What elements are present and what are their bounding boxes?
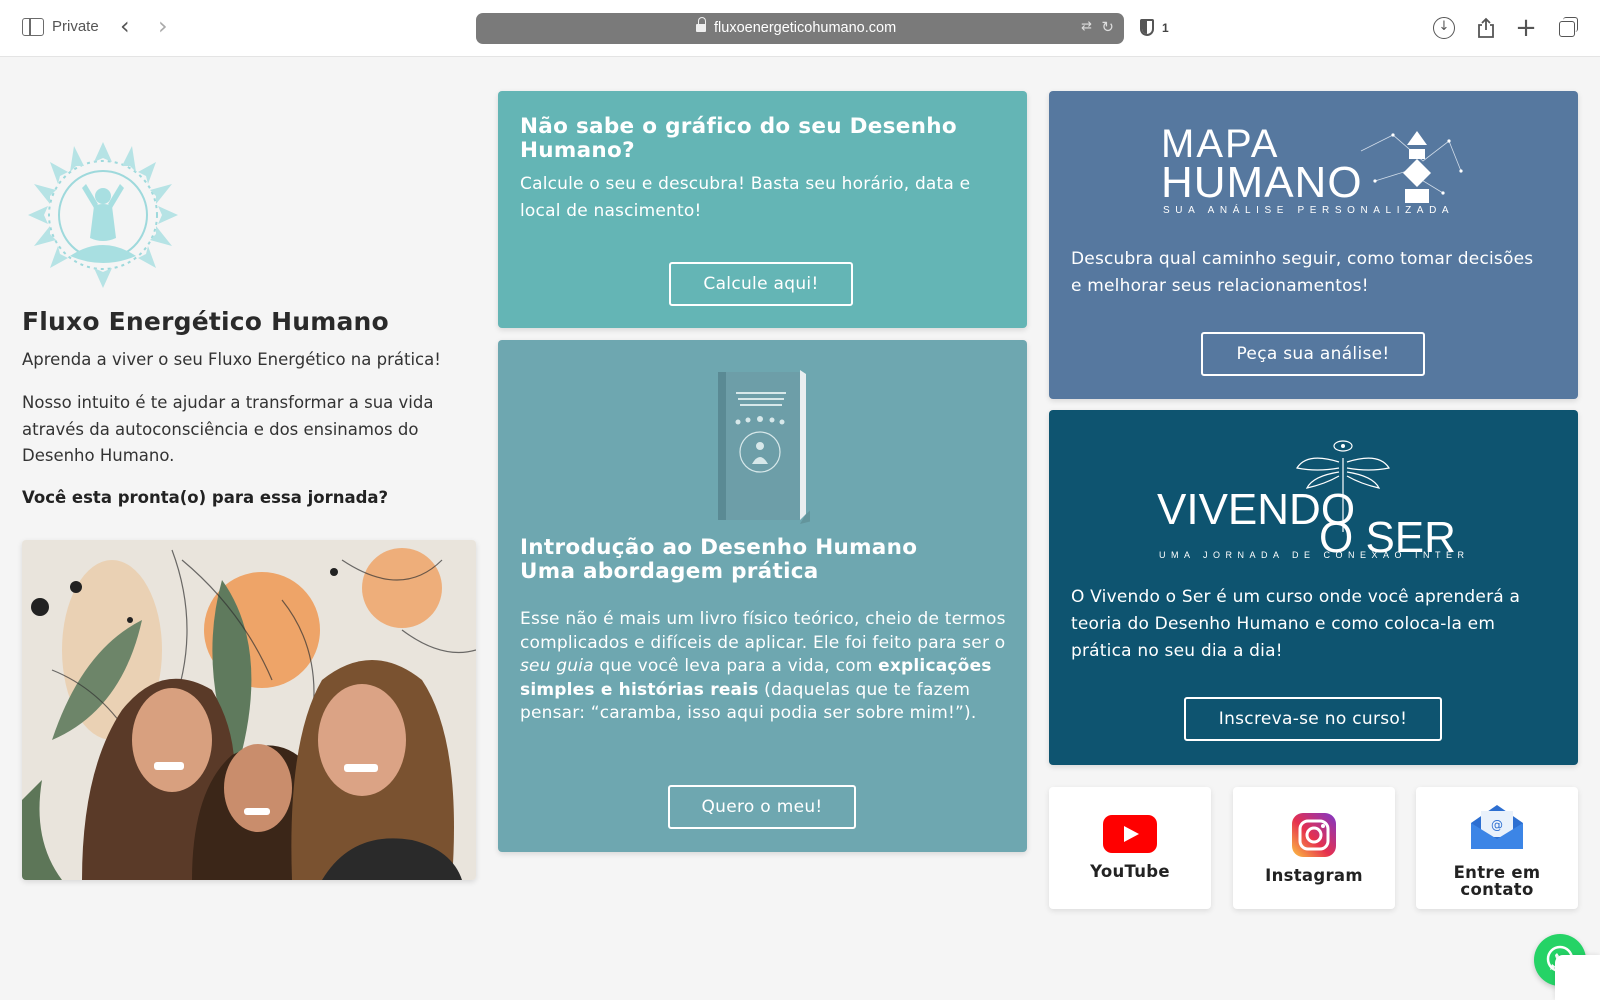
instagram-icon xyxy=(1292,813,1336,861)
private-label: Private xyxy=(52,18,99,35)
svg-text:@: @ xyxy=(1491,818,1503,832)
book-title-line2: Uma abordagem prática xyxy=(520,559,819,584)
mapa-humano-logo: MAPA HUMANO SUA ANÁLISE PERSONALIZADA xyxy=(1161,121,1481,216)
lock-icon xyxy=(696,17,706,34)
book-text-part1: Esse não é mais um livro físico teórico,… xyxy=(520,609,1006,653)
enroll-course-button[interactable]: Inscreva-se no curso! xyxy=(1184,697,1442,741)
logo-meditation-mandala xyxy=(24,138,182,292)
founders-photo xyxy=(22,540,476,880)
book-card: Introdução ao Desenho Humano Uma abordag… xyxy=(498,340,1027,852)
youtube-icon xyxy=(1103,815,1157,857)
mapa-brand-tagline: SUA ANÁLISE PERSONALIZADA xyxy=(1163,203,1454,213)
vivendo-brand-tagline: UMA JORNADA DE CONEXÃO INTERNA xyxy=(1159,550,1469,560)
tabs-overview-icon[interactable] xyxy=(1557,17,1579,39)
book-text-part2: que você leva para a vida, com xyxy=(593,656,879,676)
book-text-emphasis: seu guia xyxy=(520,656,594,676)
chart-calculator-card: Não sabe o gráfico do seu Desenho Humano… xyxy=(498,91,1027,328)
calculate-button[interactable]: Calcule aqui! xyxy=(669,262,853,306)
youtube-link[interactable]: YouTube xyxy=(1049,787,1211,909)
email-icon: @ xyxy=(1469,803,1525,855)
page-title: Fluxo Energético Humano xyxy=(22,307,389,336)
url-text: fluxoenergeticohumano.com xyxy=(714,20,897,36)
translate-icon[interactable]: ⇄ xyxy=(1081,19,1092,34)
browser-toolbar: Private ‹ › fluxoenergeticohumano.com ⇄ … xyxy=(0,0,1600,57)
contact-label-line2: contato xyxy=(1460,880,1534,899)
download-icon[interactable]: ↓ xyxy=(1433,17,1455,39)
back-icon[interactable]: ‹ xyxy=(120,14,130,38)
calc-card-text: Calcule o seu e descubra! Basta seu horá… xyxy=(520,174,971,221)
new-tab-icon[interactable]: + xyxy=(1515,15,1537,41)
shield-icon[interactable] xyxy=(1140,19,1154,36)
reload-icon[interactable]: ↻ xyxy=(1101,18,1114,36)
vivendo-o-ser-logo: VIVENDO O SER xyxy=(1157,432,1467,562)
vivendo-card-text: O Vivendo o Ser é um curso onde você apr… xyxy=(1071,587,1521,661)
book-card-text: Esse não é mais um livro físico teórico,… xyxy=(520,608,1010,726)
address-bar[interactable]: fluxoenergeticohumano.com ⇄ ↻ xyxy=(476,13,1124,44)
page-subtitle: Aprenda a viver o seu Fluxo Energético n… xyxy=(22,350,441,369)
forward-icon[interactable]: › xyxy=(158,14,168,38)
sidebar-icon[interactable] xyxy=(22,18,44,36)
calc-card-title: Não sabe o gráfico do seu Desenho Humano… xyxy=(520,114,957,163)
mapa-humano-card: MAPA HUMANO SUA ANÁLISE PERSONALIZADA De… xyxy=(1049,91,1578,399)
request-analysis-button[interactable]: Peça sua análise! xyxy=(1201,332,1425,376)
instagram-label: Instagram xyxy=(1265,866,1363,885)
book-cover-image xyxy=(708,364,818,524)
book-card-title: Introdução ao Desenho Humano Uma abordag… xyxy=(520,536,990,584)
share-icon[interactable] xyxy=(1475,17,1497,39)
chat-widget-panel[interactable] xyxy=(1555,955,1600,1000)
book-title-line1: Introdução ao Desenho Humano xyxy=(520,535,918,560)
youtube-label: YouTube xyxy=(1090,862,1170,881)
vivendo-o-ser-card: VIVENDO O SER UMA JORNADA DE CONEXÃO INT… xyxy=(1049,410,1578,765)
buy-book-button[interactable]: Quero o meu! xyxy=(668,785,856,829)
contact-link[interactable]: @ Entre em contato xyxy=(1416,787,1578,909)
intro-paragraph: Nosso intuito é te ajudar a transformar … xyxy=(22,393,434,465)
shield-count: 1 xyxy=(1162,21,1169,35)
intro-question: Você esta pronta(o) para essa jornada? xyxy=(22,488,389,507)
mapa-brand-line2: HUMANO xyxy=(1161,158,1363,207)
mapa-card-text: Descubra qual caminho seguir, como tomar… xyxy=(1071,249,1534,296)
instagram-link[interactable]: Instagram xyxy=(1233,787,1395,909)
contact-label-line1: Entre em xyxy=(1453,863,1541,882)
